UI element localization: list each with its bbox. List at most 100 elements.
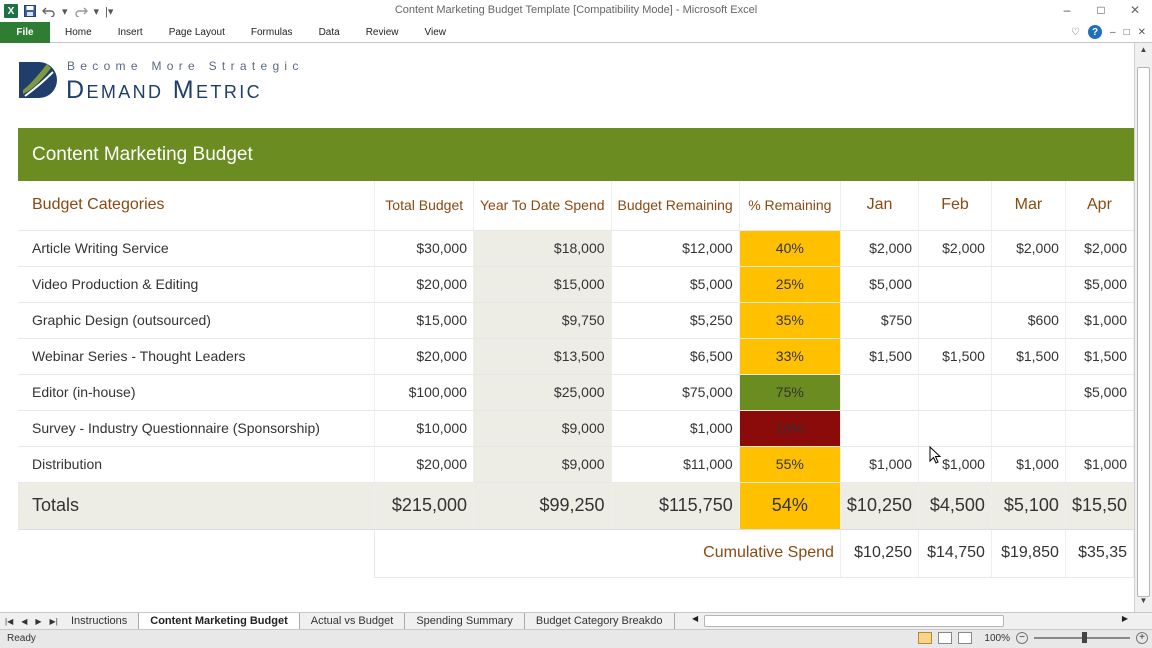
vertical-scroll-thumb[interactable]: [1137, 67, 1150, 597]
total-budget-cell[interactable]: $215,000: [374, 482, 474, 530]
budget-remaining-cell[interactable]: $12,000: [611, 230, 740, 267]
total-budget-cell[interactable]: $15,000: [374, 302, 474, 339]
budget-remaining-cell[interactable]: $5,000: [611, 266, 740, 303]
minimize-button[interactable]: –: [1050, 0, 1084, 20]
category-cell[interactable]: Video Production & Editing: [18, 266, 376, 303]
zoom-level[interactable]: 100%: [984, 633, 1010, 644]
header-ytd-spend[interactable]: Year To Date Spend: [473, 181, 612, 231]
pct-remaining-cell[interactable]: 10%: [739, 410, 841, 447]
tab-home[interactable]: Home: [52, 22, 105, 43]
total-budget-cell[interactable]: $100,000: [374, 374, 474, 411]
sheet-tab-actual-vs-budget[interactable]: Actual vs Budget: [300, 613, 406, 629]
month-cell[interactable]: $1,000: [1065, 446, 1134, 483]
excel-app-icon[interactable]: X: [4, 4, 18, 18]
sheet-tab-budget-category-breakdown[interactable]: Budget Category Breakdo: [525, 613, 675, 629]
month-cell[interactable]: $1,500: [991, 338, 1066, 375]
month-cell[interactable]: [840, 410, 920, 447]
category-cell[interactable]: Totals: [18, 482, 376, 530]
scroll-right-arrow-icon[interactable]: ▶: [1122, 614, 1128, 623]
month-cell[interactable]: $10,250: [840, 482, 920, 530]
month-cell[interactable]: [1065, 410, 1134, 447]
month-cell[interactable]: $2,000: [918, 230, 992, 267]
pct-remaining-cell[interactable]: 55%: [739, 446, 841, 483]
pct-remaining-cell[interactable]: 40%: [739, 230, 841, 267]
ytd-spend-cell[interactable]: $18,000: [473, 230, 612, 267]
close-button[interactable]: ✕: [1118, 0, 1152, 20]
category-cell[interactable]: Webinar Series - Thought Leaders: [18, 338, 376, 375]
first-sheet-icon[interactable]: |◀: [5, 617, 13, 626]
horizontal-scroll-thumb[interactable]: [704, 615, 1004, 627]
month-cell[interactable]: $5,000: [1065, 374, 1134, 411]
header-month-feb[interactable]: Feb: [918, 181, 992, 231]
month-cell[interactable]: $600: [991, 302, 1066, 339]
month-cell[interactable]: $1,500: [918, 338, 992, 375]
page-break-view-icon[interactable]: [958, 632, 973, 644]
cumulative-month-cell[interactable]: $35,35: [1065, 529, 1134, 578]
budget-remaining-cell[interactable]: $1,000: [611, 410, 740, 447]
month-cell[interactable]: $2,000: [840, 230, 920, 267]
total-budget-cell[interactable]: $10,000: [374, 410, 474, 447]
last-sheet-icon[interactable]: ▶|: [50, 617, 58, 626]
month-cell[interactable]: [991, 266, 1066, 303]
header-budget-categories[interactable]: Budget Categories: [18, 181, 376, 231]
month-cell[interactable]: $5,000: [1065, 266, 1134, 303]
pct-remaining-cell[interactable]: 54%: [739, 482, 841, 530]
cumulative-month-cell[interactable]: $14,750: [918, 529, 992, 578]
month-cell[interactable]: $4,500: [918, 482, 992, 530]
tab-insert[interactable]: Insert: [105, 22, 156, 43]
zoom-slider[interactable]: [1034, 632, 1130, 643]
next-sheet-icon[interactable]: ▶: [35, 617, 41, 626]
month-cell[interactable]: [918, 410, 992, 447]
month-cell[interactable]: $1,000: [840, 446, 920, 483]
undo-dropdown-icon[interactable]: ▾: [62, 5, 68, 18]
month-cell[interactable]: $2,000: [991, 230, 1066, 267]
zoom-in-icon[interactable]: +: [1136, 632, 1148, 644]
month-cell[interactable]: $1,000: [991, 446, 1066, 483]
ytd-spend-cell[interactable]: $9,000: [473, 410, 612, 447]
ytd-spend-cell[interactable]: $15,000: [473, 266, 612, 303]
pct-remaining-cell[interactable]: 75%: [739, 374, 841, 411]
pct-remaining-cell[interactable]: 25%: [739, 266, 841, 303]
budget-remaining-cell[interactable]: $5,250: [611, 302, 740, 339]
tab-page-layout[interactable]: Page Layout: [156, 22, 238, 43]
month-cell[interactable]: [918, 266, 992, 303]
month-cell[interactable]: $5,000: [840, 266, 920, 303]
tab-review[interactable]: Review: [353, 22, 412, 43]
header-total-budget[interactable]: Total Budget: [374, 181, 474, 231]
total-budget-cell[interactable]: $20,000: [374, 446, 474, 483]
month-cell[interactable]: $1,000: [1065, 302, 1134, 339]
zoom-slider-knob[interactable]: [1082, 632, 1087, 643]
ytd-spend-cell[interactable]: $25,000: [473, 374, 612, 411]
total-budget-cell[interactable]: $20,000: [374, 338, 474, 375]
month-cell[interactable]: $750: [840, 302, 920, 339]
doc-close-button[interactable]: ✕: [1138, 27, 1146, 38]
ribbon-collapse-icon[interactable]: ♡: [1071, 27, 1080, 38]
budget-remaining-cell[interactable]: $75,000: [611, 374, 740, 411]
header-month-mar[interactable]: Mar: [991, 181, 1066, 231]
month-cell[interactable]: [918, 302, 992, 339]
empty-cell[interactable]: [18, 529, 375, 577]
header-month-apr[interactable]: Apr: [1065, 181, 1134, 231]
worksheet[interactable]: Become More Strategic Demand Metric Cont…: [0, 43, 1134, 612]
ytd-spend-cell[interactable]: $9,750: [473, 302, 612, 339]
budget-remaining-cell[interactable]: $115,750: [611, 482, 740, 530]
tab-view[interactable]: View: [411, 22, 459, 43]
sheet-tab-instructions[interactable]: Instructions: [60, 613, 140, 629]
pct-remaining-cell[interactable]: 35%: [739, 302, 841, 339]
ytd-spend-cell[interactable]: $9,000: [473, 446, 612, 483]
undo-icon[interactable]: [42, 5, 56, 17]
prev-sheet-icon[interactable]: ◀: [21, 617, 27, 626]
total-budget-cell[interactable]: $20,000: [374, 266, 474, 303]
sheet-tab-content-marketing-budget[interactable]: Content Marketing Budget: [139, 613, 300, 629]
header-pct-remaining[interactable]: % Remaining: [739, 181, 841, 231]
category-cell[interactable]: Survey - Industry Questionnaire (Sponsor…: [18, 410, 376, 447]
sheet-tab-spending-summary[interactable]: Spending Summary: [405, 613, 525, 629]
redo-icon[interactable]: [74, 5, 88, 17]
customize-toolbar-icon[interactable]: |▾: [105, 5, 113, 18]
redo-dropdown-icon[interactable]: ▾: [94, 5, 100, 18]
doc-restore-button[interactable]: □: [1124, 27, 1130, 38]
cumulative-spend-label[interactable]: Cumulative Spend: [374, 529, 841, 578]
horizontal-scrollbar[interactable]: ◀ ▶: [690, 614, 1134, 628]
tab-data[interactable]: Data: [306, 22, 353, 43]
category-cell[interactable]: Graphic Design (outsourced): [18, 302, 376, 339]
